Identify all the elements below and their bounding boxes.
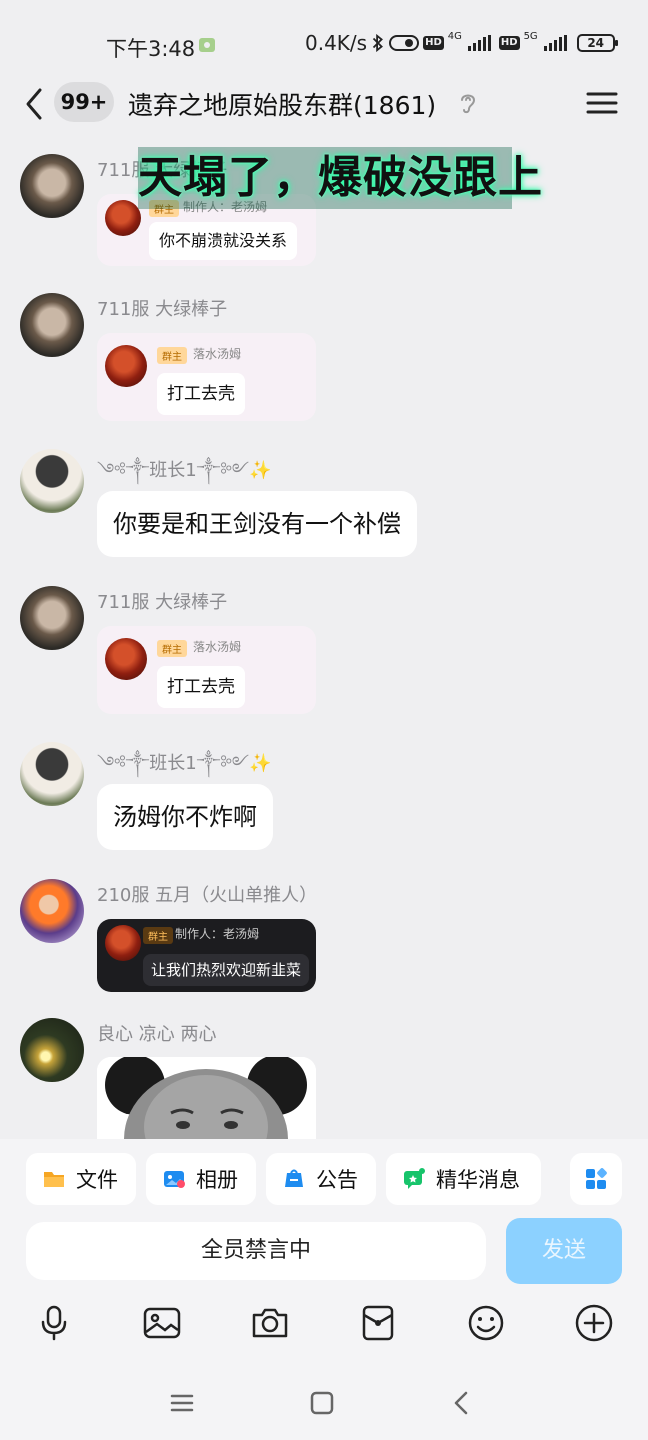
card-avatar	[105, 345, 147, 387]
signal-icon-2	[543, 35, 567, 51]
album-chip[interactable]: 相册	[146, 1153, 256, 1205]
sticker-card[interactable]: 群主 制作人：老汤姆 让我们热烈欢迎新韭菜	[97, 919, 316, 992]
owner-badge: 群主	[157, 640, 187, 657]
sender-name: 711服 大绿棒子	[97, 592, 228, 613]
notice-label: 公告	[316, 1168, 358, 1192]
card-avatar	[105, 925, 141, 961]
unread-count-badge[interactable]: 99+	[54, 82, 114, 122]
card-text: 你不崩溃就没关系	[149, 222, 298, 260]
files-label: 文件	[76, 1168, 118, 1192]
panda-meme-icon	[97, 1057, 316, 1139]
sender-name: 良心 凉心 两心	[97, 1024, 217, 1045]
status-right: 0.4K/s HD 4G HD 5G 24	[305, 31, 618, 55]
home-icon[interactable]	[308, 1389, 336, 1417]
card-avatar	[105, 638, 147, 680]
quick-actions: 文件 相册 公告 精华消息	[0, 1153, 648, 1205]
group-title[interactable]: 遗弃之地原始股东群(1861)	[128, 86, 436, 122]
back-arrow-icon[interactable]	[22, 84, 52, 124]
app-notification-icon	[199, 38, 215, 52]
network-type: 4G	[447, 31, 462, 42]
avatar[interactable]	[20, 449, 84, 513]
card-text: 让我们热烈欢迎新韭菜	[143, 954, 310, 986]
featured-label: 精华消息	[436, 1168, 520, 1192]
avatar[interactable]	[20, 879, 84, 943]
avatar[interactable]	[20, 1018, 84, 1082]
avatar[interactable]	[20, 293, 84, 357]
sticker-card[interactable]: 群主 落水汤姆 打工去壳	[97, 333, 316, 421]
microphone-icon[interactable]	[34, 1303, 74, 1343]
message-input-muted[interactable]: 全员禁言中	[26, 1222, 486, 1280]
files-chip[interactable]: 文件	[26, 1153, 136, 1205]
image-icon[interactable]	[142, 1303, 182, 1343]
card-maker: 落水汤姆	[193, 640, 242, 654]
more-apps-chip[interactable]	[570, 1153, 622, 1205]
network-speed: 0.4K/s	[305, 31, 368, 55]
card-text: 打工去壳	[157, 666, 245, 708]
nav-back-icon[interactable]	[448, 1389, 476, 1417]
owner-badge: 群主	[143, 927, 173, 944]
ear-icon[interactable]	[457, 90, 479, 116]
recent-apps-icon[interactable]	[168, 1389, 196, 1417]
hd-badge: HD	[423, 36, 444, 50]
sender-name: 711服 大绿棒子	[97, 299, 228, 320]
sticker-card[interactable]: 群主 落水汤姆 打工去壳	[97, 626, 316, 714]
message-bubble[interactable]: 汤姆你不炸啊	[97, 784, 273, 850]
album-label: 相册	[196, 1168, 238, 1192]
toggle-icon	[389, 35, 420, 51]
avatar[interactable]	[20, 742, 84, 806]
signal-icon	[467, 35, 491, 51]
folder-icon	[44, 1172, 64, 1187]
avatar[interactable]	[20, 586, 84, 650]
card-text: 打工去壳	[157, 373, 245, 415]
apps-grid-icon	[586, 1168, 607, 1189]
owner-badge: 群主	[157, 347, 187, 364]
card-maker: 落水汤姆	[193, 347, 242, 361]
card-avatar	[105, 200, 141, 236]
system-navigation-bar	[0, 1381, 648, 1431]
camera-icon[interactable]	[250, 1303, 290, 1343]
album-icon	[164, 1171, 185, 1188]
video-caption-overlay: 天塌了，爆破没跟上	[138, 147, 542, 209]
status-bar: 下午3:48 0.4K/s HD 4G HD 5G 24	[0, 0, 648, 80]
meme-image[interactable]	[97, 1057, 316, 1139]
battery-icon: 24	[576, 34, 618, 52]
chat-header: 99+ 遗弃之地原始股东群(1861)	[0, 80, 648, 126]
featured-chip[interactable]: 精华消息	[386, 1153, 541, 1205]
notice-chip[interactable]: 公告	[266, 1153, 376, 1205]
send-button[interactable]: 发送	[506, 1218, 622, 1284]
input-toolbar	[0, 1299, 648, 1349]
status-time: 下午3:48	[106, 37, 196, 61]
announcement-icon	[285, 1169, 303, 1187]
featured-message-icon	[404, 1168, 425, 1189]
bluetooth-icon	[372, 34, 384, 52]
sender-name: 210服 五月（火山单推人）	[97, 885, 318, 906]
red-packet-icon[interactable]	[358, 1303, 398, 1343]
network-type-2: 5G	[523, 31, 538, 42]
avatar[interactable]	[20, 154, 84, 218]
emoji-icon[interactable]	[466, 1303, 506, 1343]
menu-icon[interactable]	[586, 88, 618, 118]
card-maker: 制作人：老汤姆	[175, 927, 260, 941]
input-panel: 文件 相册 公告 精华消息 全员禁言中 发送	[0, 1139, 648, 1440]
plus-icon[interactable]	[574, 1303, 614, 1343]
message-bubble[interactable]: 你要是和王剑没有一个补偿	[97, 491, 417, 557]
hd-badge-2: HD	[498, 36, 520, 50]
